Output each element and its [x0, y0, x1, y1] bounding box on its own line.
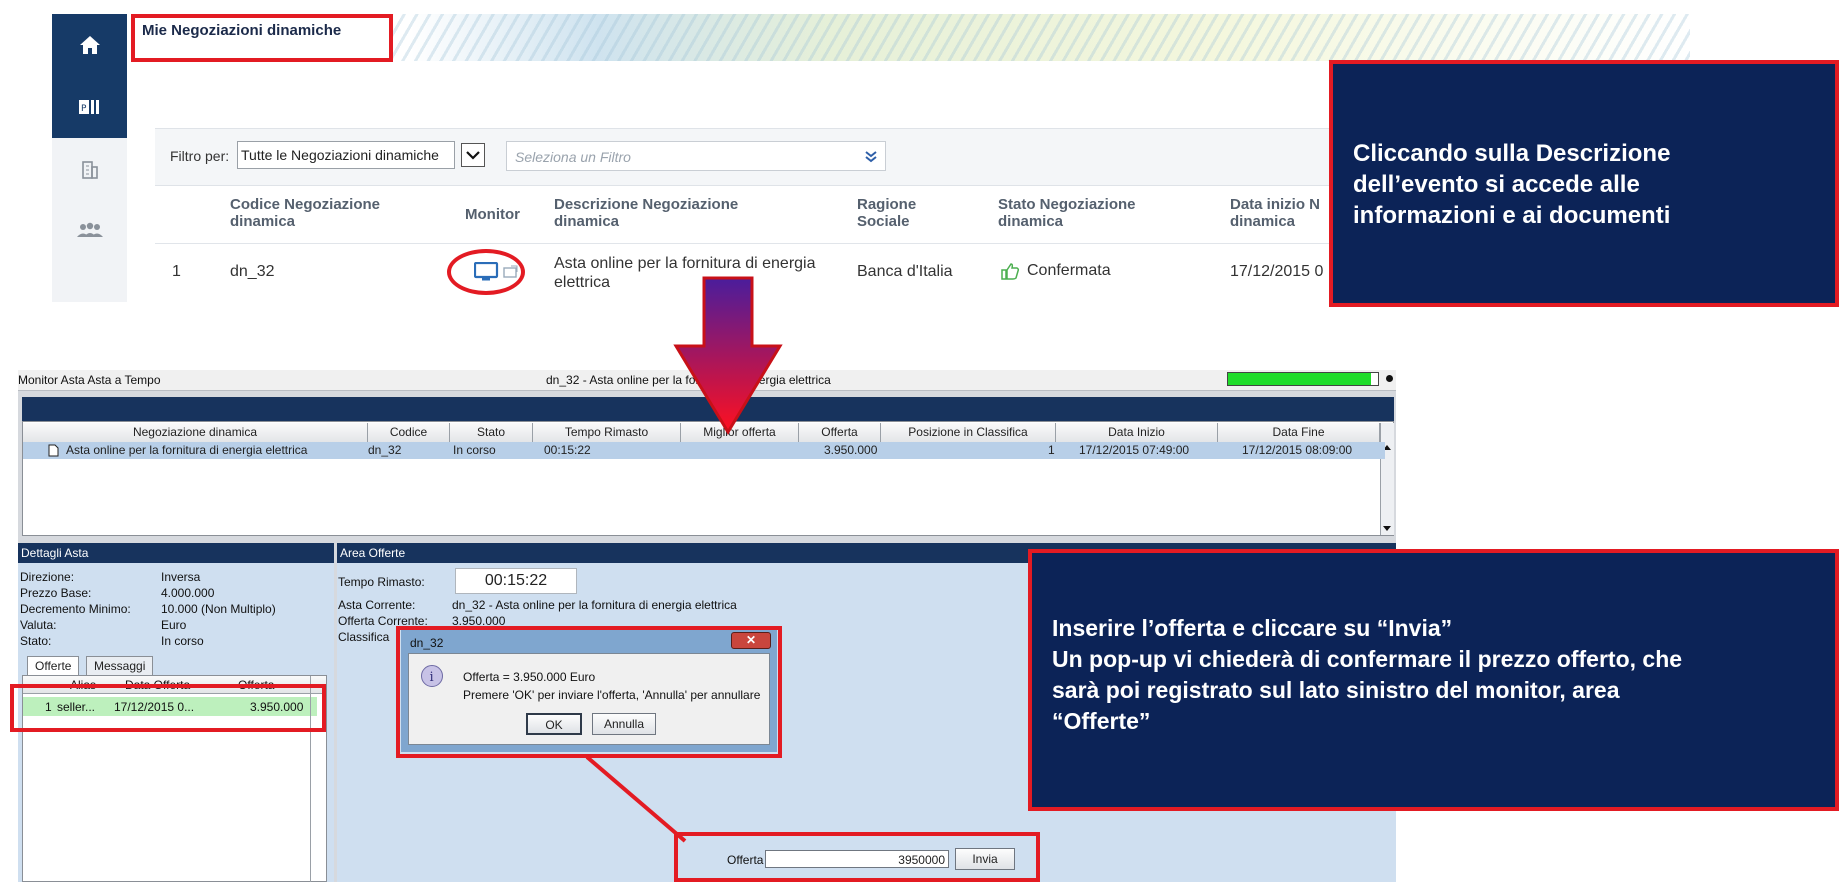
auction-col-header[interactable]: Tempo Rimasto: [533, 423, 681, 442]
page-title[interactable]: Mie Negoziazioni dinamiche: [142, 22, 341, 39]
auction-col-header[interactable]: Codice: [368, 423, 450, 442]
offer-input-label: Offerta: [727, 853, 764, 867]
row-divider: [155, 243, 1335, 244]
time-progress-fill: [1228, 373, 1371, 385]
filter-search-input[interactable]: Seleziona un Filtro: [506, 141, 886, 171]
auction-row-name: Asta online per la fornitura di energia …: [66, 443, 308, 457]
users-nav-button[interactable]: [52, 200, 127, 262]
callout-description-info: Cliccando sulla Descrizione dell’evento …: [1329, 60, 1839, 307]
auction-row-status: In corso: [453, 443, 496, 457]
active-nav-pointer: [127, 76, 135, 92]
auction-col-header[interactable]: Data Fine: [1218, 423, 1380, 442]
monitor-icon: [473, 261, 499, 281]
current-auction-label: Asta Corrente:: [338, 598, 416, 612]
dialog-cancel-button[interactable]: Annulla: [592, 713, 656, 735]
auction-row-time-left: 00:15:22: [544, 443, 591, 457]
auction-row-offer: 3.950.000: [824, 443, 878, 457]
auction-col-header[interactable]: Posizione in Classifica: [881, 423, 1056, 442]
detail-label: Direzione:: [20, 570, 75, 584]
status-dot: [1386, 375, 1393, 382]
auction-row-end: 17/12/2015 08:09:00: [1242, 443, 1353, 457]
filter-dropdown-button[interactable]: [461, 143, 485, 167]
filter-search-placeholder: Seleziona un Filtro: [515, 149, 631, 165]
dialog-title: dn_32: [410, 636, 444, 650]
detail-label: Decremento Minimo:: [20, 602, 131, 616]
monitor-window-title: Monitor Asta Asta a Tempo: [18, 373, 161, 387]
col-header-company[interactable]: Ragione Sociale: [857, 196, 927, 230]
print-button[interactable]: [503, 264, 519, 283]
filter-select[interactable]: Tutte le Negoziazioni dinamiche: [237, 141, 455, 169]
building-icon: [81, 161, 98, 179]
auction-table-scrollbar[interactable]: [1380, 423, 1394, 535]
home-icon: [79, 36, 100, 54]
row-status: Confermata: [1027, 262, 1111, 279]
col-header-status[interactable]: Stato Negoziazione dinamica: [998, 196, 1168, 230]
send-offer-button[interactable]: Invia: [955, 848, 1015, 870]
callout-offer-instructions: Inserire l’offerta e cliccare su “Invia”…: [1028, 549, 1839, 811]
auction-row-position: 1: [1048, 443, 1055, 457]
chevron-down-icon: [466, 151, 480, 160]
detail-value: Euro: [161, 618, 187, 632]
ranking-label: Classifica: [338, 630, 390, 644]
detail-label: Prezzo Base:: [20, 586, 92, 600]
double-chevron-down-icon: [865, 151, 877, 163]
time-left-label: Tempo Rimasto:: [338, 575, 425, 589]
col-header-start[interactable]: Data inizio N dinamica: [1230, 196, 1330, 230]
portal-sidebar: P: [52, 14, 127, 302]
auction-col-header[interactable]: Negoziazione dinamica: [23, 423, 368, 442]
filter-label: Filtro per:: [170, 148, 230, 164]
row-start-date: 17/12/2015 0: [1230, 263, 1324, 280]
export-icon: [503, 265, 518, 278]
auction-col-header[interactable]: Offerta: [799, 423, 881, 442]
row-company: Banca d'Italia: [857, 263, 953, 280]
scroll-down-icon[interactable]: [1383, 526, 1391, 531]
negotiations-nav-button[interactable]: P: [52, 76, 127, 138]
auction-row-start: 17/12/2015 07:49:00: [1079, 443, 1190, 457]
dialog-close-button[interactable]: ✕: [731, 632, 771, 649]
dialog-ok-button[interactable]: OK: [526, 713, 582, 735]
detail-value: In corso: [161, 634, 204, 648]
dialog-message-instructions: Premere 'OK' per inviare l'offerta, 'Ann…: [463, 688, 761, 702]
info-icon: i: [420, 664, 444, 691]
time-progress-bar: [1227, 372, 1379, 386]
col-header-code[interactable]: Codice Negoziazione dinamica: [230, 196, 430, 230]
auction-row-code: dn_32: [368, 443, 402, 457]
detail-label: Stato:: [20, 634, 52, 648]
open-monitor-button[interactable]: [473, 261, 500, 285]
confirmed-status: [1000, 262, 1020, 283]
banner-pattern: [390, 14, 1690, 61]
details-header: Dettagli Asta: [18, 543, 334, 563]
time-left-display: 00:15:22: [455, 568, 577, 594]
row-index: 1: [172, 263, 181, 280]
dialog-message-amount: Offerta = 3.950.000 Euro: [463, 670, 596, 684]
buildings-nav-button[interactable]: [52, 138, 127, 200]
users-group-icon: [76, 222, 103, 237]
offer-row-highlight: [10, 684, 326, 732]
thumbs-up-icon: [1001, 263, 1020, 280]
detail-value: 4.000.000: [161, 586, 215, 600]
close-icon: ✕: [745, 633, 757, 647]
svg-text:P: P: [81, 104, 87, 114]
tab-offerte[interactable]: Offerte: [27, 656, 80, 677]
down-arrow-icon: [673, 276, 783, 435]
parking-board-icon: P: [78, 100, 99, 114]
auction-col-header[interactable]: Data Inizio: [1056, 423, 1218, 442]
col-header-description[interactable]: Descrizione Negoziazione dinamica: [554, 196, 774, 230]
detail-value: 10.000 (Non Multiplo): [161, 602, 276, 616]
col-header-monitor[interactable]: Monitor: [465, 206, 520, 223]
detail-value: Inversa: [161, 570, 201, 584]
current-auction-value: dn_32 - Asta online per la fornitura di …: [452, 598, 737, 612]
row-code: dn_32: [230, 263, 275, 280]
auction-col-header[interactable]: Stato: [450, 423, 533, 442]
detail-label: Valuta:: [20, 618, 57, 632]
document-icon: [48, 444, 59, 460]
svg-text:i: i: [430, 670, 434, 685]
filter-expand-button[interactable]: [856, 145, 886, 169]
home-nav-button[interactable]: [52, 14, 127, 76]
tab-messaggi[interactable]: Messaggi: [86, 656, 154, 677]
offer-input[interactable]: 3950000: [765, 850, 949, 868]
filter-select-value: Tutte le Negoziazioni dinamiche: [241, 147, 439, 163]
